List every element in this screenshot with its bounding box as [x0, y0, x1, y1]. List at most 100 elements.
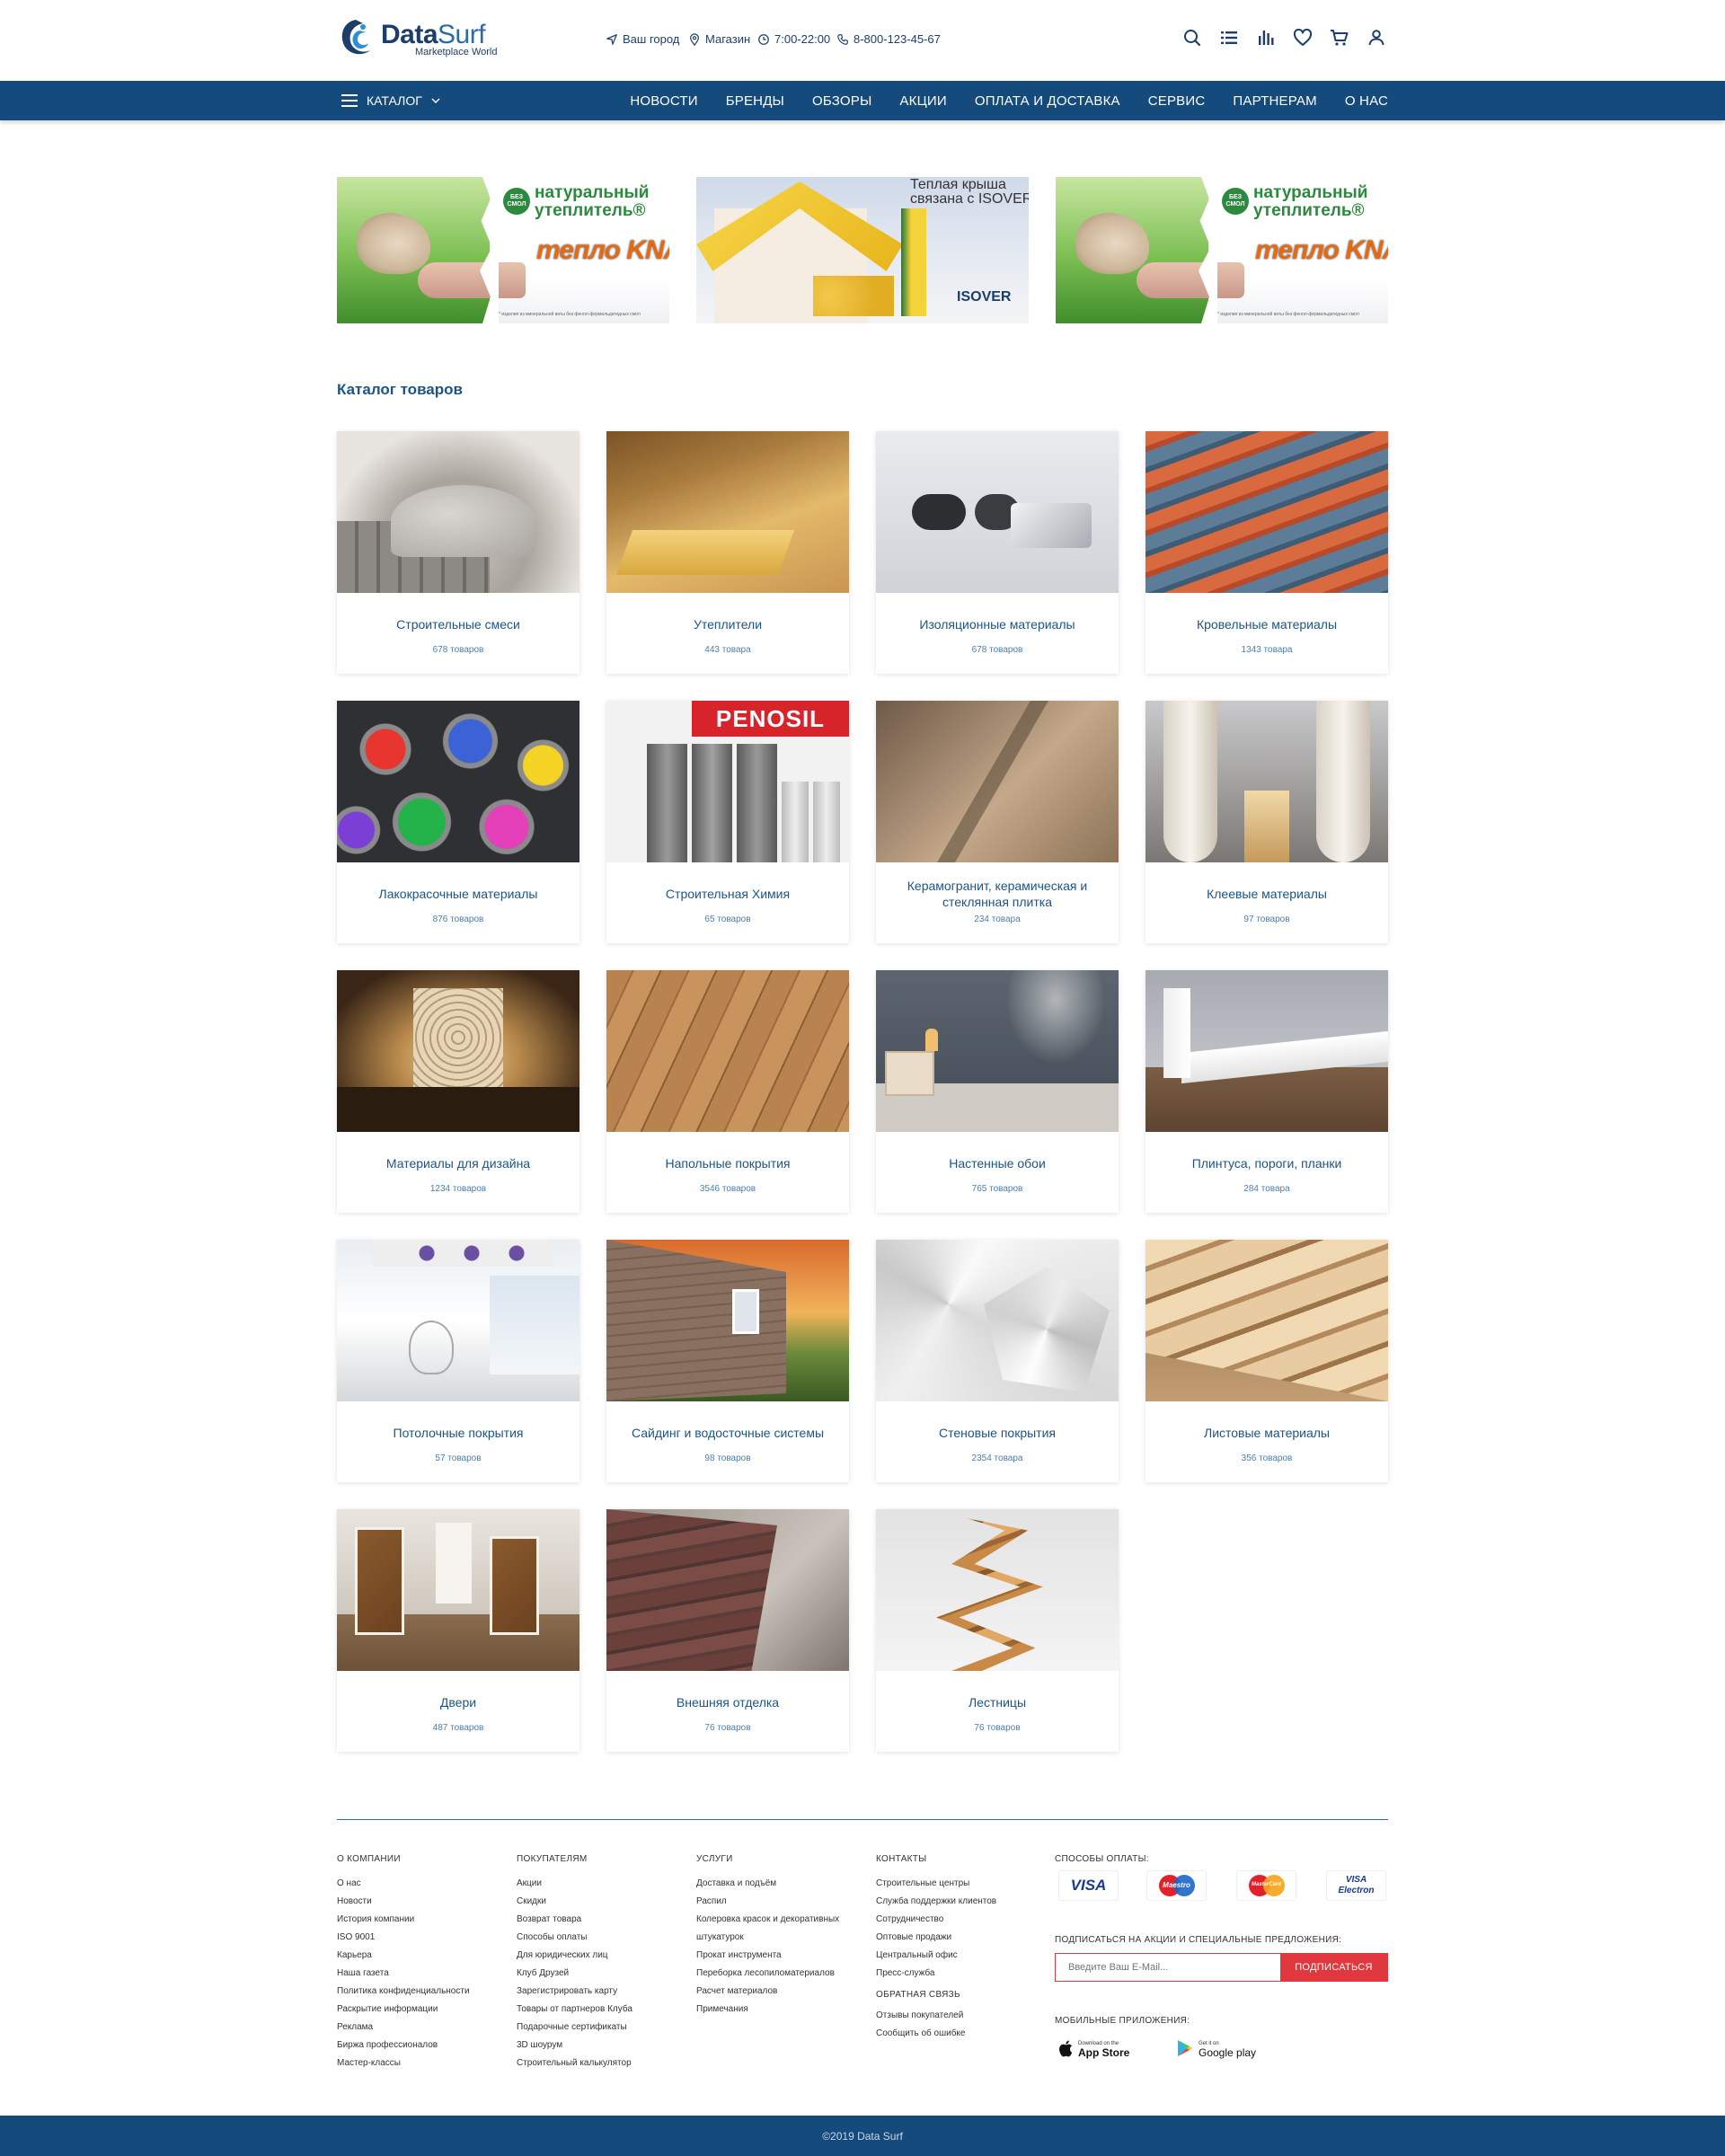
footer-link[interactable]: Карьера: [337, 1947, 508, 1965]
nav-about[interactable]: О НАС: [1345, 93, 1388, 109]
category-count: 98 товаров: [704, 1454, 751, 1463]
category-card[interactable]: Напольные покрытия 3546 товаров: [606, 970, 849, 1213]
category-card[interactable]: Утеплители 443 товара: [606, 431, 849, 674]
footer-link[interactable]: Прокат инструмента: [696, 1947, 867, 1965]
footer-link[interactable]: Отзывы покупателей: [876, 2007, 1047, 2025]
footer-link[interactable]: Подарочные сертификаты: [517, 2019, 687, 2037]
footer-link[interactable]: Акции: [517, 1875, 687, 1893]
footer-link[interactable]: Новости: [337, 1893, 508, 1911]
compare-icon[interactable]: [1255, 27, 1277, 49]
phone-icon: [837, 33, 848, 45]
footer-link[interactable]: Сообщить об ошибке: [876, 2025, 1047, 2043]
footer-heading: УСЛУГИ: [696, 1854, 733, 1864]
footer-link[interactable]: Строительный калькулятор: [517, 2054, 687, 2072]
promo-banner-knauf-2[interactable]: БЕЗ СМОЛ натуральный утеплитель® тепло KN…: [1056, 177, 1388, 323]
promo-banner-knauf[interactable]: БЕЗ СМОЛ натуральный утеплитель® тепло KN…: [337, 177, 669, 323]
footer-link[interactable]: Переборка лесопиломатериалов: [696, 1965, 867, 1983]
visa-electron-logo: VISA Electron: [1326, 1870, 1386, 1901]
footer-link[interactable]: Зарегистрировать карту: [517, 1983, 687, 2001]
category-name: Керамогранит, керамическая и стеклянная …: [907, 879, 1088, 909]
category-card[interactable]: Материалы для дизайна 1234 товаров: [337, 970, 579, 1213]
email-input[interactable]: [1056, 1954, 1280, 1981]
footer-link[interactable]: Оптовые продажи: [876, 1929, 1047, 1947]
site-logo[interactable]: DataSurf Marketplace World: [336, 14, 516, 68]
footer-link[interactable]: Колеровка красок и декоративных: [696, 1911, 867, 1929]
category-card[interactable]: Клеевые материалы 97 товаров: [1146, 701, 1388, 943]
nav-payment-delivery[interactable]: ОПЛАТА И ДОСТАВКА: [975, 93, 1120, 109]
category-name: Клеевые материалы: [1207, 887, 1327, 901]
nav-reviews[interactable]: ОБЗОРЫ: [812, 93, 871, 109]
footer-link[interactable]: Доставка и подъём: [696, 1875, 867, 1893]
promo-banner-isover[interactable]: Теплая крыша связана с ISOVER ISOVER: [696, 177, 1029, 323]
category-card[interactable]: Двери 487 товаров: [337, 1509, 579, 1752]
footer-link[interactable]: Биржа профессионалов: [337, 2037, 508, 2054]
nav-service[interactable]: СЕРВИС: [1148, 93, 1206, 109]
category-card[interactable]: Лестницы 76 товаров: [876, 1509, 1119, 1752]
footer-link[interactable]: 3D шоурум: [517, 2037, 687, 2054]
category-count: 678 товаров: [432, 645, 484, 655]
city-selector[interactable]: Ваш город: [606, 32, 679, 46]
catalog-title: Каталог товаров: [337, 381, 463, 398]
footer-link[interactable]: Расчет материалов: [696, 1983, 867, 2001]
footer-link[interactable]: Распил: [696, 1893, 867, 1911]
footer-link[interactable]: Способы оплаты: [517, 1929, 687, 1947]
list-icon[interactable]: [1218, 27, 1240, 49]
nav-promotions[interactable]: АКЦИИ: [899, 93, 946, 109]
category-card[interactable]: Потолочные покрытия 57 товаров: [337, 1240, 579, 1482]
footer-link[interactable]: Скидки: [517, 1893, 687, 1911]
catalog-menu-button[interactable]: КАТАЛОГ: [341, 81, 440, 120]
category-card[interactable]: Изоляционные материалы 678 товаров: [876, 431, 1119, 674]
footer-link[interactable]: Политика конфиденциальности: [337, 1983, 508, 2001]
footer-link[interactable]: Строительные центры: [876, 1875, 1047, 1893]
footer-link[interactable]: Для юридических лиц: [517, 1947, 687, 1965]
footer-link[interactable]: Мастер-классы: [337, 2054, 508, 2072]
footer-link[interactable]: Товары от партнеров Клуба: [517, 2001, 687, 2019]
nav-brands[interactable]: БРЕНДЫ: [726, 93, 784, 109]
category-count: 1234 товаров: [429, 1184, 487, 1194]
user-icon[interactable]: [1366, 27, 1387, 49]
category-card[interactable]: Кровельные материалы 1343 товара: [1146, 431, 1388, 674]
category-card[interactable]: Стеновые покрытия 2354 товара: [876, 1240, 1119, 1482]
google-play-button[interactable]: Get it on Google play: [1177, 2036, 1256, 2061]
category-card[interactable]: Керамогранит, керамическая и стеклянная …: [876, 701, 1119, 943]
search-icon[interactable]: [1181, 27, 1203, 49]
category-image: [337, 1240, 579, 1401]
category-card[interactable]: Листовые материалы 356 товаров: [1146, 1240, 1388, 1482]
category-card[interactable]: PENOSIL Строительная Химия 65 товаров: [606, 701, 849, 943]
city-label: Ваш город: [623, 32, 680, 46]
map-pin-icon: [690, 32, 699, 46]
nav-news[interactable]: НОВОСТИ: [630, 93, 697, 109]
banner-headline-line1: Теплая крыша: [910, 177, 1006, 192]
footer-link[interactable]: Наша газета: [337, 1965, 508, 1983]
category-card[interactable]: Настенные обои 765 товаров: [876, 970, 1119, 1213]
google-play-icon: [1178, 2040, 1192, 2056]
cart-icon[interactable]: [1329, 27, 1350, 49]
footer-link[interactable]: Раскрытие информации: [337, 2001, 508, 2019]
nav-partners[interactable]: ПАРТНЕРАМ: [1233, 93, 1316, 109]
footer-link[interactable]: Пресс-служба: [876, 1965, 1047, 1983]
footer-link[interactable]: Реклама: [337, 2019, 508, 2037]
footer-link[interactable]: ISO 9001: [337, 1929, 508, 1947]
category-card[interactable]: Строительные смеси 678 товаров: [337, 431, 579, 674]
logo-name-bold: Data: [381, 20, 438, 49]
footer-link[interactable]: Возврат товара: [517, 1911, 687, 1929]
footer-link[interactable]: История компании: [337, 1911, 508, 1929]
category-card[interactable]: Сайдинг и водосточные системы 98 товаров: [606, 1240, 849, 1482]
footer-link[interactable]: штукатурок: [696, 1929, 867, 1947]
category-card[interactable]: Лакокрасочные материалы 876 товаров: [337, 701, 579, 943]
category-name: Утеплители: [693, 617, 763, 632]
footer-link[interactable]: Служба поддержки клиентов: [876, 1893, 1047, 1911]
store-selector[interactable]: Магазин: [688, 32, 750, 46]
category-card[interactable]: Внешняя отделка 76 товаров: [606, 1509, 849, 1752]
phone-link[interactable]: 8-800-123-45-67: [836, 32, 941, 46]
category-card[interactable]: Плинтуса, пороги, планки 284 товара: [1146, 970, 1388, 1213]
footer-link[interactable]: Центральный офис: [876, 1947, 1047, 1965]
footer-heading: КОНТАКТЫ: [876, 1854, 927, 1864]
subscribe-button[interactable]: ПОДПИСАТЬСЯ: [1280, 1954, 1387, 1981]
app-store-button[interactable]: Download on the App Store: [1058, 2036, 1129, 2061]
footer-link[interactable]: Клуб Друзей: [517, 1965, 687, 1983]
footer-link[interactable]: Сотрудничество: [876, 1911, 1047, 1929]
footer-link[interactable]: О нас: [337, 1875, 508, 1893]
heart-icon[interactable]: [1292, 27, 1314, 49]
footer-link[interactable]: Примечания: [696, 2001, 867, 2019]
